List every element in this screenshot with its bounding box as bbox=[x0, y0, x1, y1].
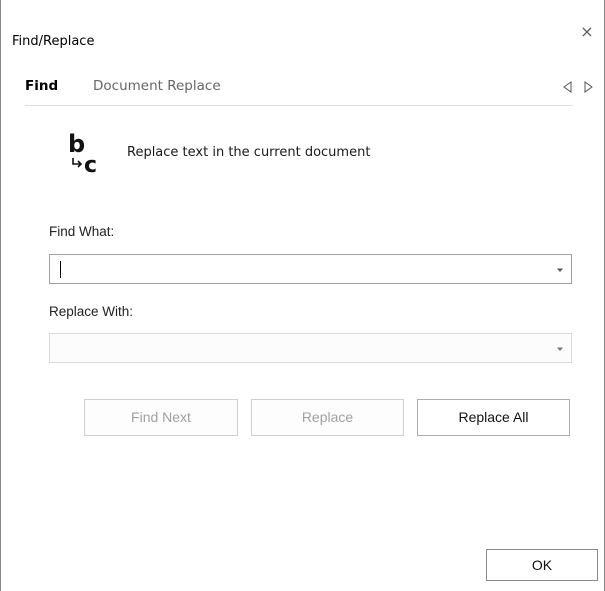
triangle-right-outline-icon[interactable] bbox=[581, 80, 595, 94]
find-what-combobox[interactable] bbox=[49, 254, 572, 284]
tab-bar: Find Document Replace bbox=[25, 78, 573, 102]
find-what-input[interactable] bbox=[56, 258, 536, 280]
chevron-down-icon[interactable] bbox=[556, 345, 564, 353]
replace-b-to-c-icon: b c bbox=[68, 130, 97, 174]
svg-text:b: b bbox=[68, 130, 85, 158]
tab-divider bbox=[25, 105, 573, 106]
find-replace-dialog: Find/Replace × Find Document Replace b c… bbox=[0, 0, 605, 591]
replace-all-button[interactable]: Replace All bbox=[417, 399, 570, 436]
replace-with-input[interactable] bbox=[56, 337, 536, 359]
tab-document-replace[interactable]: Document Replace bbox=[93, 78, 221, 94]
dialog-title: Find/Replace bbox=[12, 34, 95, 49]
triangle-left-outline-icon[interactable] bbox=[561, 80, 575, 94]
ok-button[interactable]: OK bbox=[486, 549, 598, 581]
close-button[interactable]: × bbox=[577, 22, 597, 42]
chevron-down-icon[interactable] bbox=[556, 266, 564, 274]
replace-with-combobox[interactable] bbox=[49, 333, 572, 363]
tab-find[interactable]: Find bbox=[25, 78, 58, 94]
replace-with-label: Replace With: bbox=[49, 304, 134, 319]
replace-button[interactable]: Replace bbox=[251, 399, 404, 436]
find-next-button[interactable]: Find Next bbox=[84, 399, 238, 436]
description-text: Replace text in the current document bbox=[127, 145, 371, 160]
text-caret bbox=[60, 261, 61, 278]
svg-text:c: c bbox=[84, 153, 97, 174]
find-what-label: Find What: bbox=[49, 224, 115, 239]
